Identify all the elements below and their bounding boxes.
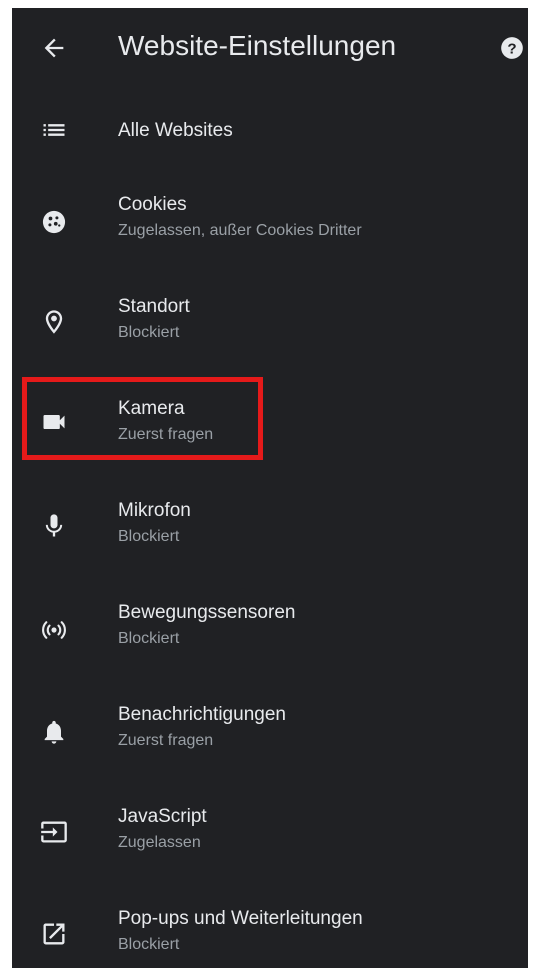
site-settings-screen: Website-Einstellungen ? Alle Websites Co… [12, 8, 528, 968]
settings-item-javascript[interactable]: JavaScript Zugelassen [12, 796, 528, 876]
settings-item-all-sites[interactable]: Alle Websites [12, 100, 528, 160]
settings-item-label: Cookies [118, 194, 187, 215]
settings-item-status: Zuerst fragen [118, 732, 214, 749]
location-pin-icon [40, 308, 68, 336]
settings-item-location[interactable]: Standort Blockiert [12, 286, 528, 366]
settings-item-label: Bewegungssensoren [118, 602, 296, 623]
settings-item-status: Blockiert [118, 528, 180, 545]
settings-item-popups[interactable]: Pop-ups und Weiterleitungen Blockiert [12, 898, 528, 968]
settings-item-label: JavaScript [118, 806, 207, 827]
bell-icon [40, 718, 68, 746]
videocam-icon [40, 408, 68, 436]
cookie-icon [40, 208, 68, 236]
settings-item-label: Standort [118, 296, 190, 317]
back-button[interactable] [36, 30, 72, 66]
settings-item-label: Kamera [118, 398, 185, 419]
settings-item-status: Zuerst fragen [118, 426, 214, 443]
sensors-icon [40, 616, 68, 644]
settings-item-status: Blockiert [118, 630, 180, 647]
settings-item-label: Alle Websites [118, 120, 233, 141]
page-title: Website-Einstellungen [118, 30, 397, 61]
settings-item-cookies[interactable]: Cookies Zugelassen, außer Cookies Dritte… [12, 184, 528, 264]
settings-item-label: Pop-ups und Weiterleitungen [118, 908, 363, 929]
settings-item-microphone[interactable]: Mikrofon Blockiert [12, 490, 528, 570]
open-in-new-icon [40, 920, 68, 948]
javascript-icon [40, 818, 68, 846]
list-icon [40, 116, 68, 144]
microphone-icon [40, 512, 68, 540]
settings-item-motion-sensors[interactable]: Bewegungssensoren Blockiert [12, 592, 528, 672]
settings-item-status: Zugelassen, außer Cookies Dritter [118, 222, 362, 239]
settings-item-notifications[interactable]: Benachrichtigungen Zuerst fragen [12, 694, 528, 774]
svg-text:?: ? [507, 40, 516, 57]
settings-item-status: Blockiert [118, 936, 180, 953]
settings-item-status: Zugelassen [118, 834, 201, 851]
help-icon: ? [499, 35, 525, 61]
help-button[interactable]: ? [496, 32, 528, 64]
arrow-back-icon [40, 34, 68, 62]
settings-item-label: Benachrichtigungen [118, 704, 286, 725]
settings-item-status: Blockiert [118, 324, 180, 341]
app-bar: Website-Einstellungen ? [12, 8, 528, 88]
settings-item-label: Mikrofon [118, 500, 191, 521]
settings-item-camera[interactable]: Kamera Zuerst fragen [12, 388, 528, 468]
